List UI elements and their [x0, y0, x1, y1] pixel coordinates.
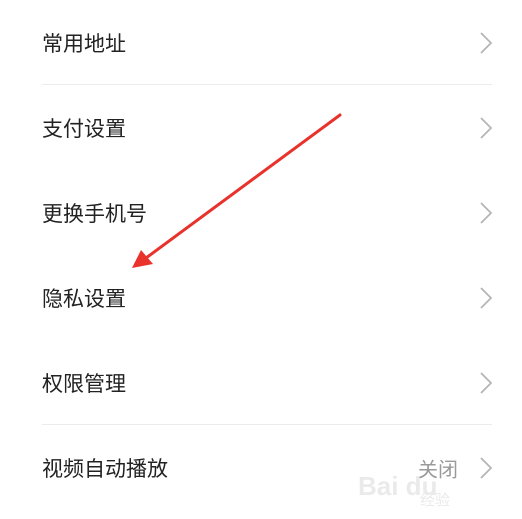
settings-row-privacy[interactable]: 隐私设置	[0, 255, 522, 340]
settings-list: 常用地址 支付设置 更换手机号 隐私设置 权限管理 视频自动播放 关闭	[0, 0, 522, 510]
row-label: 隐私设置	[42, 286, 126, 311]
chevron-right-icon	[480, 286, 492, 309]
watermark-sub-text: 经验	[420, 492, 451, 509]
row-label: 权限管理	[42, 371, 126, 396]
chevron-right-icon	[480, 371, 492, 394]
baidu-watermark: Bai du 经验	[358, 469, 508, 513]
settings-row-payment[interactable]: 支付设置	[0, 85, 522, 170]
settings-row-permissions[interactable]: 权限管理	[0, 340, 522, 425]
settings-row-common-address[interactable]: 常用地址	[0, 0, 522, 85]
chevron-right-icon	[480, 116, 492, 139]
row-label: 更换手机号	[42, 201, 147, 226]
row-label: 常用地址	[42, 31, 126, 56]
chevron-right-icon	[480, 201, 492, 224]
chevron-right-icon	[480, 31, 492, 54]
row-label: 视频自动播放	[42, 456, 168, 481]
row-label: 支付设置	[42, 116, 126, 141]
settings-row-change-phone[interactable]: 更换手机号	[0, 170, 522, 255]
